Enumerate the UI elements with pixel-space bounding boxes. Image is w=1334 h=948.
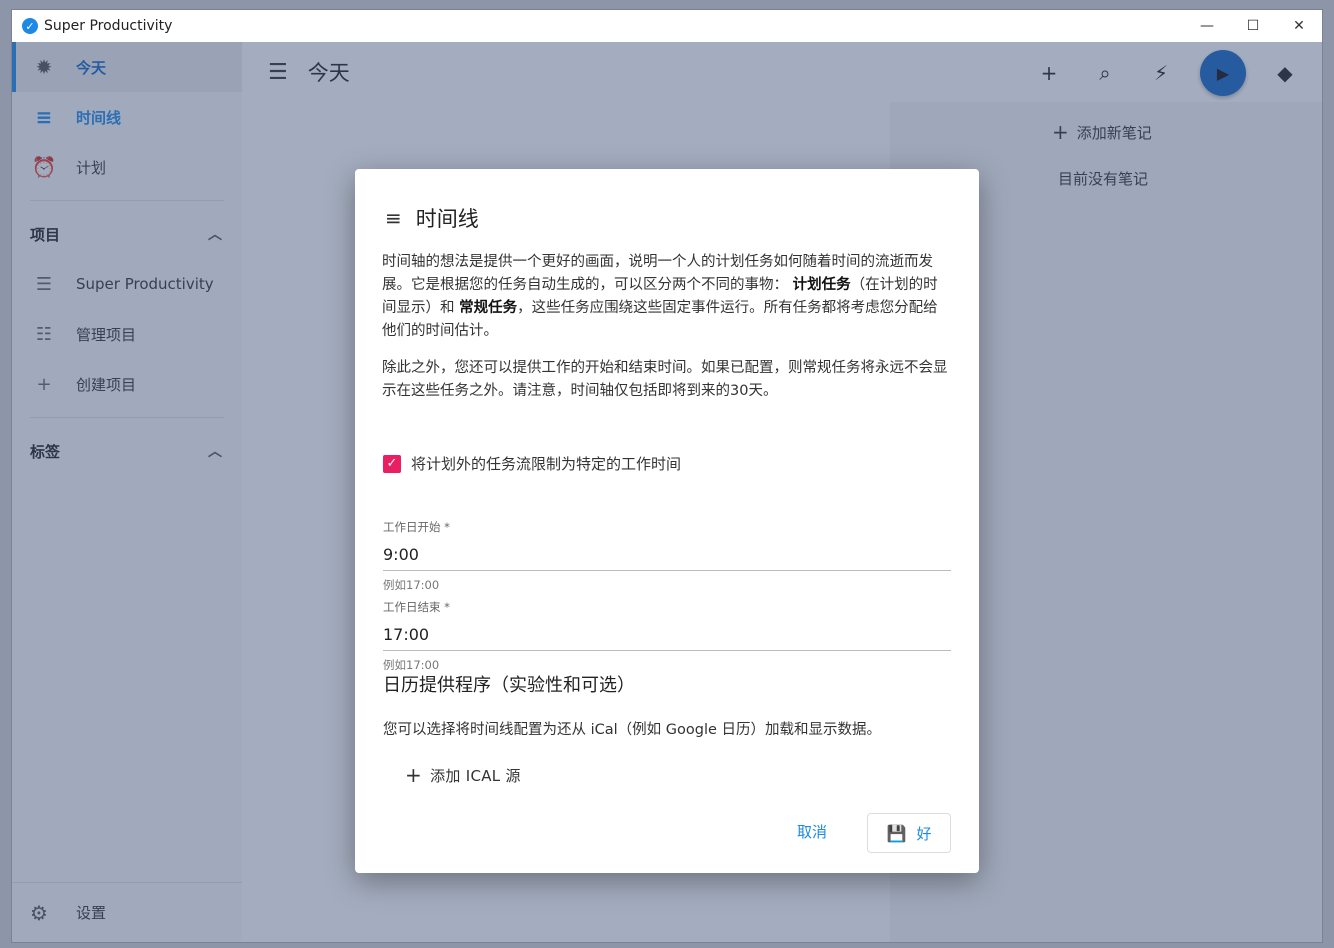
save-label: 好	[916, 824, 932, 843]
app-logo-icon: ✓	[22, 18, 38, 34]
dialog-title: ≡ 时间线	[385, 203, 479, 233]
field-label: 工作日结束 *	[383, 600, 450, 614]
workday-start-field[interactable]: 工作日开始 * 9:00 例如17:00	[383, 519, 951, 593]
save-button[interactable]: 💾 好	[867, 813, 951, 853]
app-window: ✓ Super Productivity — ☐ ✕ ✹ 今天 ≡ 时间线 ⏰ …	[12, 10, 1322, 942]
checkbox-label: 将计划外的任务流限制为特定的工作时间	[411, 455, 682, 473]
workday-end-field[interactable]: 工作日结束 * 17:00 例如17:00	[383, 599, 951, 673]
workday-start-input[interactable]: 9:00	[383, 545, 951, 571]
close-button[interactable]: ✕	[1276, 10, 1322, 42]
plus-icon: +	[405, 763, 423, 787]
intro-paragraph: 时间轴的想法是提供一个更好的画面，说明一个人的计划任务如何随着时间的流逝而发展。…	[382, 251, 952, 343]
minimize-button[interactable]: —	[1184, 10, 1230, 42]
window-title: Super Productivity	[44, 18, 173, 34]
limit-hours-checkbox-row[interactable]: ✓ 将计划外的任务流限制为特定的工作时间	[383, 453, 681, 474]
dialog-title-text: 时间线	[415, 207, 479, 231]
save-icon: 💾	[886, 823, 907, 843]
cancel-button[interactable]: 取消	[797, 821, 827, 842]
window-controls: — ☐ ✕	[1184, 10, 1322, 42]
limit-hours-checkbox[interactable]: ✓	[383, 454, 401, 473]
workday-end-input[interactable]: 17:00	[383, 625, 951, 651]
title-bar: ✓ Super Productivity — ☐ ✕	[12, 10, 1322, 42]
intro-bold-regular: 常规任务	[459, 300, 518, 316]
timeline-icon: ≡	[385, 206, 402, 230]
add-ical-label: 添加 ICAL 源	[430, 766, 521, 785]
field-hint: 例如17:00	[383, 578, 440, 592]
add-ical-button[interactable]: + 添加 ICAL 源	[405, 763, 521, 787]
field-label: 工作日开始 *	[383, 520, 450, 534]
dialog-body: 时间轴的想法是提供一个更好的画面，说明一个人的计划任务如何随着时间的流逝而发展。…	[382, 251, 952, 417]
calendar-section-desc: 您可以选择将时间线配置为还从 iCal（例如 Google 日历）加载和显示数据…	[383, 722, 882, 738]
timeline-dialog: ≡ 时间线 时间轴的想法是提供一个更好的画面，说明一个人的计划任务如何随着时间的…	[355, 169, 979, 873]
modal-backdrop[interactable]: ≡ 时间线 时间轴的想法是提供一个更好的画面，说明一个人的计划任务如何随着时间的…	[12, 42, 1322, 942]
intro-bold-scheduled: 计划任务	[792, 277, 851, 293]
calendar-section-title: 日历提供程序（实验性和可选）	[383, 675, 635, 696]
work-hours-paragraph: 除此之外，您还可以提供工作的开始和结束时间。如果已配置，则常规任务将永远不会显示…	[382, 360, 948, 399]
maximize-button[interactable]: ☐	[1230, 10, 1276, 42]
